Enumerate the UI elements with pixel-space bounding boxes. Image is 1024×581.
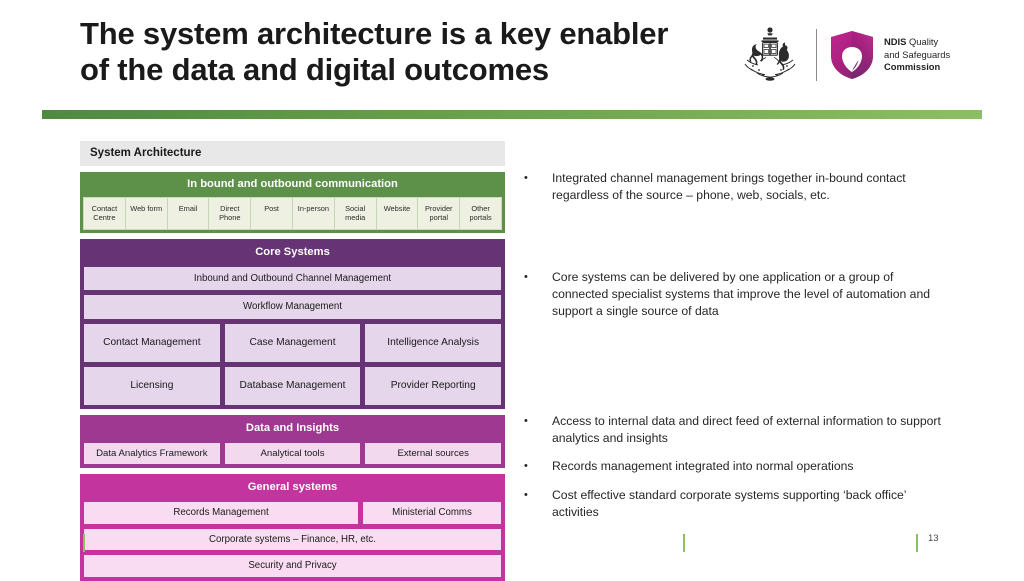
bullet-text: Cost effective standard corporate system… — [552, 487, 907, 519]
slide-header: The system architecture is a key enabler… — [0, 0, 1024, 110]
bullet-marker-icon: • — [524, 460, 528, 473]
channel-cell[interactable]: Post — [251, 198, 293, 229]
data-item-analytical-tools[interactable]: Analytical tools — [224, 442, 361, 465]
bullet-text: Records management integrated into norma… — [552, 459, 854, 474]
ndis-wordmark-line-2: and Safeguards — [884, 48, 951, 60]
australian-coat-of-arms-icon — [744, 27, 796, 81]
core-item-case-management[interactable]: Case Management — [224, 323, 361, 362]
diagram-title: System Architecture — [80, 141, 505, 166]
band-communication: In bound and outbound communication Cont… — [80, 172, 505, 233]
data-item-analytics-framework[interactable]: Data Analytics Framework — [84, 442, 220, 465]
channel-cell[interactable]: Email — [168, 198, 210, 229]
bullet-item: • Records management integrated into nor… — [524, 458, 944, 475]
band-general-systems-heading: General systems — [247, 481, 338, 494]
channel-cell[interactable]: Website — [377, 198, 419, 229]
bullet-text: Access to internal data and direct feed … — [552, 413, 941, 445]
ndis-shield-icon — [831, 31, 873, 79]
footer-tick-mark — [916, 534, 918, 552]
general-row: Records Management Ministerial Comms — [84, 502, 501, 524]
slide-footer — [0, 530, 1024, 570]
ndis-wordmark: NDIS Quality and Safeguards Commission — [884, 36, 950, 74]
band-data-and-insights: Data and Insights Data Analytics Framewo… — [80, 414, 505, 469]
page-number: 13 — [928, 533, 939, 544]
bullet-item: • Access to internal data and direct fee… — [524, 413, 944, 448]
channel-cell[interactable]: Other portals — [460, 198, 501, 229]
band-data-and-insights-heading: Data and Insights — [245, 421, 340, 434]
footer-tick-mark — [683, 534, 685, 552]
footer-tick-mark — [83, 534, 85, 552]
green-divider-rule — [42, 110, 982, 119]
core-item-contact-management[interactable]: Contact Management — [84, 323, 220, 362]
core-item-licensing[interactable]: Licensing — [84, 366, 220, 405]
bullet-item: • Integrated channel management brings t… — [524, 170, 944, 205]
bullet-text: Integrated channel management brings tog… — [552, 171, 906, 203]
logo-divider — [816, 29, 817, 81]
core-item-provider-reporting[interactable]: Provider Reporting — [365, 366, 502, 405]
bullet-item: • Cost effective standard corporate syst… — [524, 487, 944, 522]
bullet-marker-icon: • — [524, 270, 528, 283]
band-core-systems-heading: Core Systems — [255, 245, 330, 258]
band-communication-heading: In bound and outbound communication — [187, 178, 398, 190]
core-grid-row: Licensing Database Management Provider R… — [84, 366, 502, 405]
core-item-database-management[interactable]: Database Management — [224, 366, 361, 405]
core-grid-row: Contact Management Case Management Intel… — [84, 323, 502, 362]
communication-channel-list: Contact Centre Web form Email Direct Pho… — [83, 197, 502, 230]
bullet-marker-icon: • — [524, 172, 528, 184]
data-item-external-sources[interactable]: External sources — [365, 442, 502, 465]
ndis-acronym: NDIS — [884, 35, 907, 47]
bullet-marker-icon: • — [524, 414, 528, 427]
page-title-line-2: of the data and digital outcomes — [80, 51, 549, 87]
ndis-wordmark-line-1: NDIS Quality — [884, 36, 950, 49]
core-item-workflow-management[interactable]: Workflow Management — [84, 295, 501, 319]
data-insights-row: Data Analytics Framework Analytical tool… — [84, 442, 502, 465]
ndis-wordmark-line-3: Commission — [884, 61, 941, 73]
core-item-intelligence-analysis[interactable]: Intelligence Analysis — [365, 323, 502, 362]
channel-cell[interactable]: Web form — [126, 198, 168, 229]
channel-cell[interactable]: Direct Phone — [209, 198, 252, 229]
ndis-quality-text: Quality — [906, 35, 939, 47]
page-title-line-1: The system architecture is a key enabler — [80, 16, 669, 51]
bullet-text: Core systems can be delivered by one app… — [552, 269, 931, 319]
band-core-systems: Core Systems Inbound and Outbound Channe… — [80, 238, 505, 409]
core-full-row: Inbound and Outbound Channel Management — [84, 266, 501, 291]
core-item-channel-management[interactable]: Inbound and Outbound Channel Management — [84, 266, 501, 291]
bullet-column: • Integrated channel management brings t… — [524, 170, 944, 521]
channel-cell[interactable]: Social media — [335, 198, 377, 229]
bullet-marker-icon: • — [524, 488, 528, 501]
architecture-diagram: System Architecture In bound and outboun… — [80, 141, 505, 581]
core-full-row: Workflow Management — [84, 295, 501, 319]
general-item-records-management[interactable]: Records Management — [84, 502, 358, 524]
bullet-item: • Core systems can be delivered by one a… — [524, 269, 944, 321]
logo-lockup: NDIS Quality and Safeguards Commission — [733, 20, 973, 90]
channel-cell[interactable]: Contact Centre — [84, 198, 126, 229]
channel-cell[interactable]: In-person — [293, 198, 335, 229]
general-item-ministerial-comms[interactable]: Ministerial Comms — [363, 502, 501, 524]
channel-cell[interactable]: Provider portal — [418, 198, 461, 229]
page-title: The system architecture is a key enabler… — [80, 16, 680, 88]
